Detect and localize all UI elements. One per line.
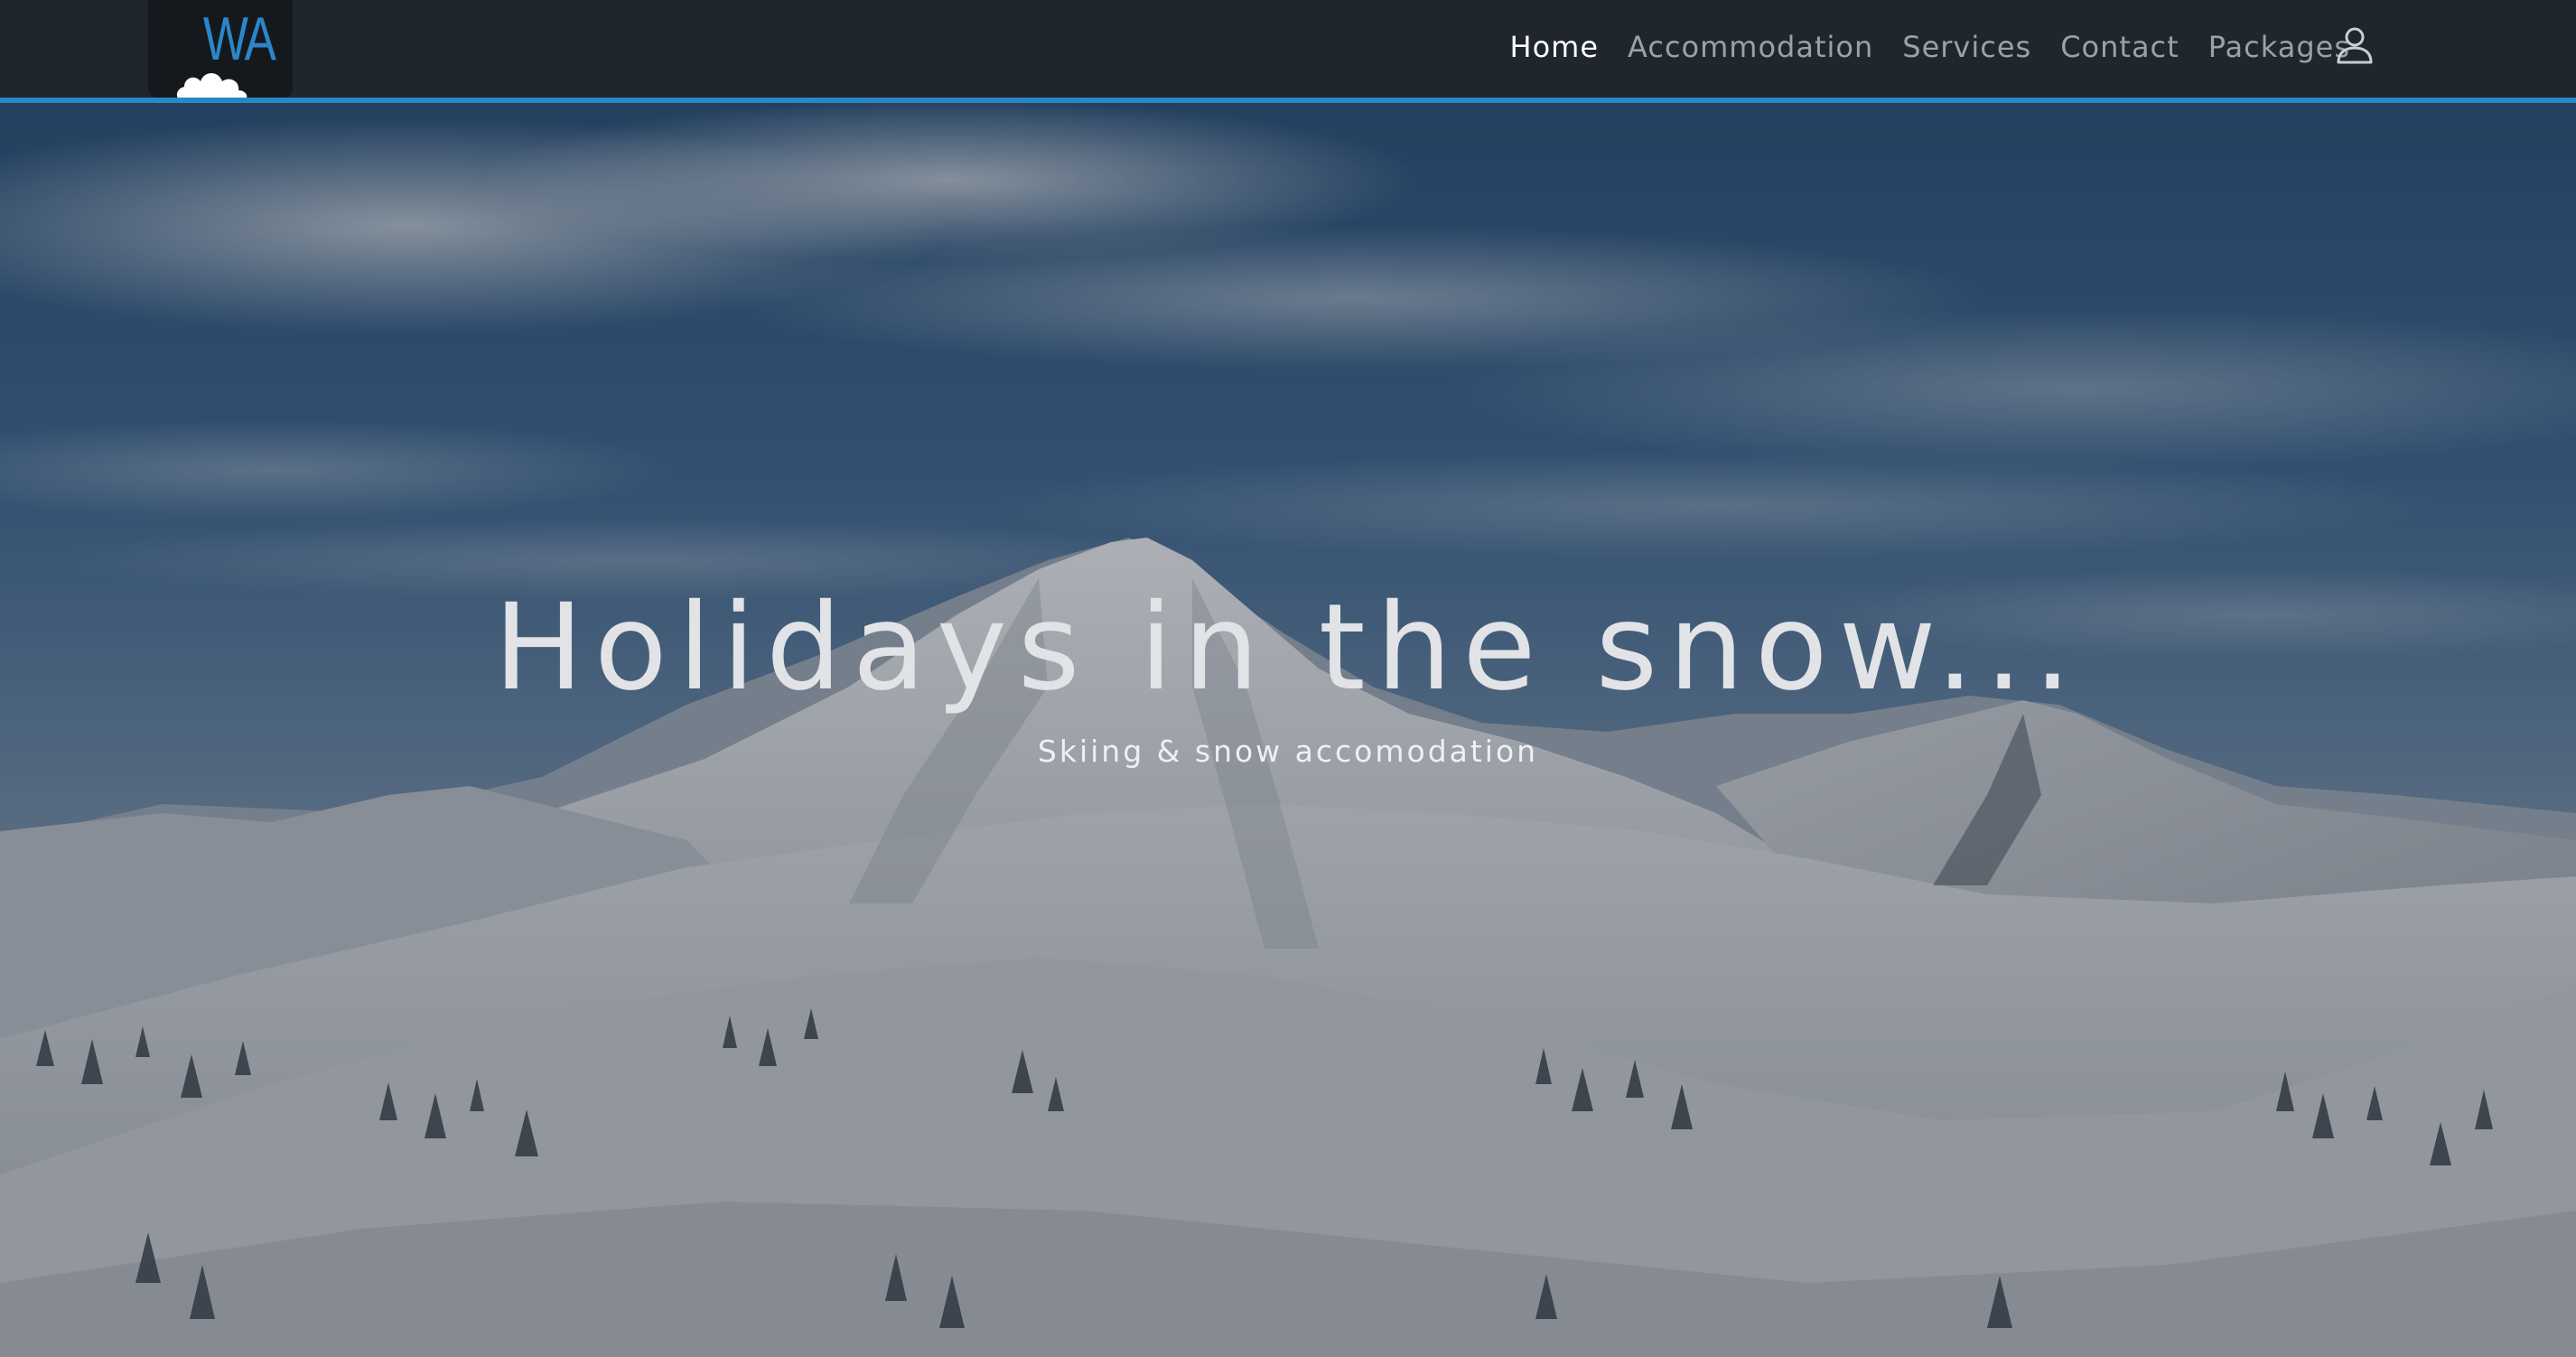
hero-title: Holidays in the snow...	[493, 578, 2083, 717]
user-icon[interactable]	[2334, 24, 2375, 66]
nav-menu: Home Accommodation Services Contact Pack…	[1481, 0, 2350, 94]
nav-item-accommodation[interactable]: Accommodation	[1628, 30, 1873, 64]
page: WA Home Accommodation Services Contact P…	[0, 0, 2576, 1357]
brand-logo[interactable]: WA	[148, 0, 293, 98]
nav-item-contact[interactable]: Contact	[2060, 30, 2179, 64]
cloud-icon	[176, 73, 247, 98]
nav-item-services[interactable]: Services	[1902, 30, 2031, 64]
hero-subtitle: Skiing & snow accomodation	[1037, 734, 1539, 769]
navbar: WA Home Accommodation Services Contact P…	[0, 0, 2576, 103]
nav-item-packages[interactable]: Packages	[2208, 30, 2350, 64]
nav-item-home[interactable]: Home	[1510, 30, 1600, 64]
